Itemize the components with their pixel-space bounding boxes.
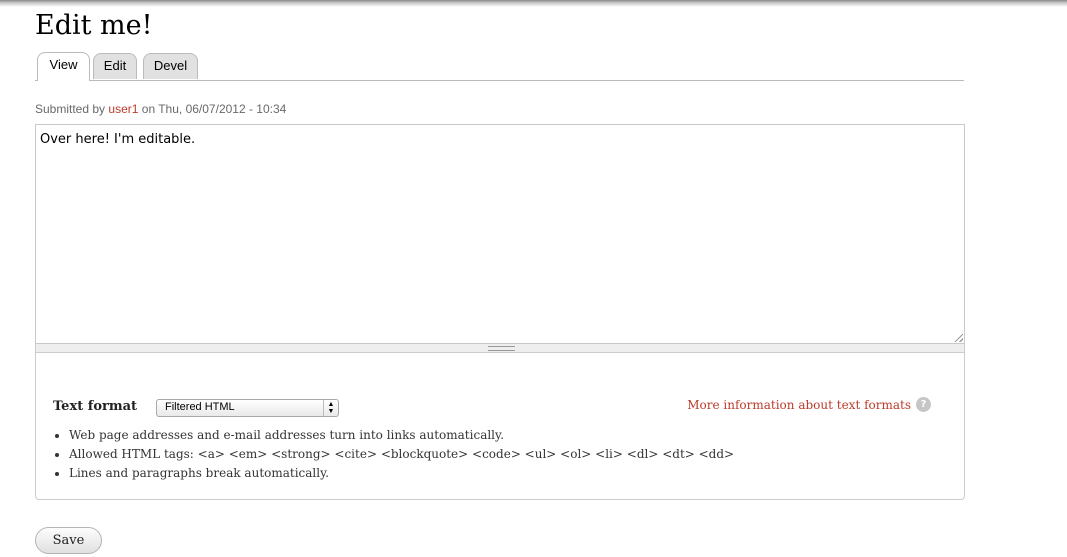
text-format-selected-value: Filtered HTML (165, 401, 235, 413)
top-toolbar-shadow (0, 0, 1067, 7)
save-button[interactable]: Save (35, 527, 102, 554)
resize-corner-icon[interactable] (955, 334, 963, 342)
text-format-wrapper: Text format Filtered HTML ▲ ▼ More inform… (35, 353, 965, 500)
editor-content: Over here! I'm editable. (40, 132, 196, 147)
format-tips-list: Web page addresses and e-mail addresses … (53, 426, 734, 483)
text-format-select[interactable]: Filtered HTML ▲ ▼ (156, 399, 339, 417)
textarea-resize-handle[interactable] (35, 344, 965, 353)
format-tip: Allowed HTML tags: <a> <em> <strong> <ci… (69, 445, 734, 464)
tab-view[interactable]: View (37, 52, 90, 81)
submitted-prefix: Submitted by (35, 102, 106, 116)
more-info-label: More information about text formats (687, 397, 911, 412)
submitted-date: on Thu, 06/07/2012 - 10:34 (141, 102, 287, 116)
help-icon: ? (916, 397, 931, 412)
text-format-label: Text format (53, 399, 138, 414)
page-title: Edit me! (35, 10, 153, 41)
author-link[interactable]: user1 (108, 102, 138, 116)
tab-bar: View Edit Devel (35, 52, 964, 81)
grip-lines-icon (488, 346, 515, 351)
select-arrows-icon: ▲ ▼ (323, 400, 338, 416)
format-tip: Web page addresses and e-mail addresses … (69, 426, 734, 445)
body-editor[interactable]: Over here! I'm editable. (35, 124, 965, 344)
tab-devel[interactable]: Devel (143, 53, 198, 79)
more-info-link[interactable]: More information about text formats ? (687, 397, 931, 412)
tab-edit[interactable]: Edit (93, 53, 137, 79)
submitted-info: Submitted by user1 on Thu, 06/07/2012 - … (35, 102, 286, 116)
format-tip: Lines and paragraphs break automatically… (69, 464, 734, 483)
